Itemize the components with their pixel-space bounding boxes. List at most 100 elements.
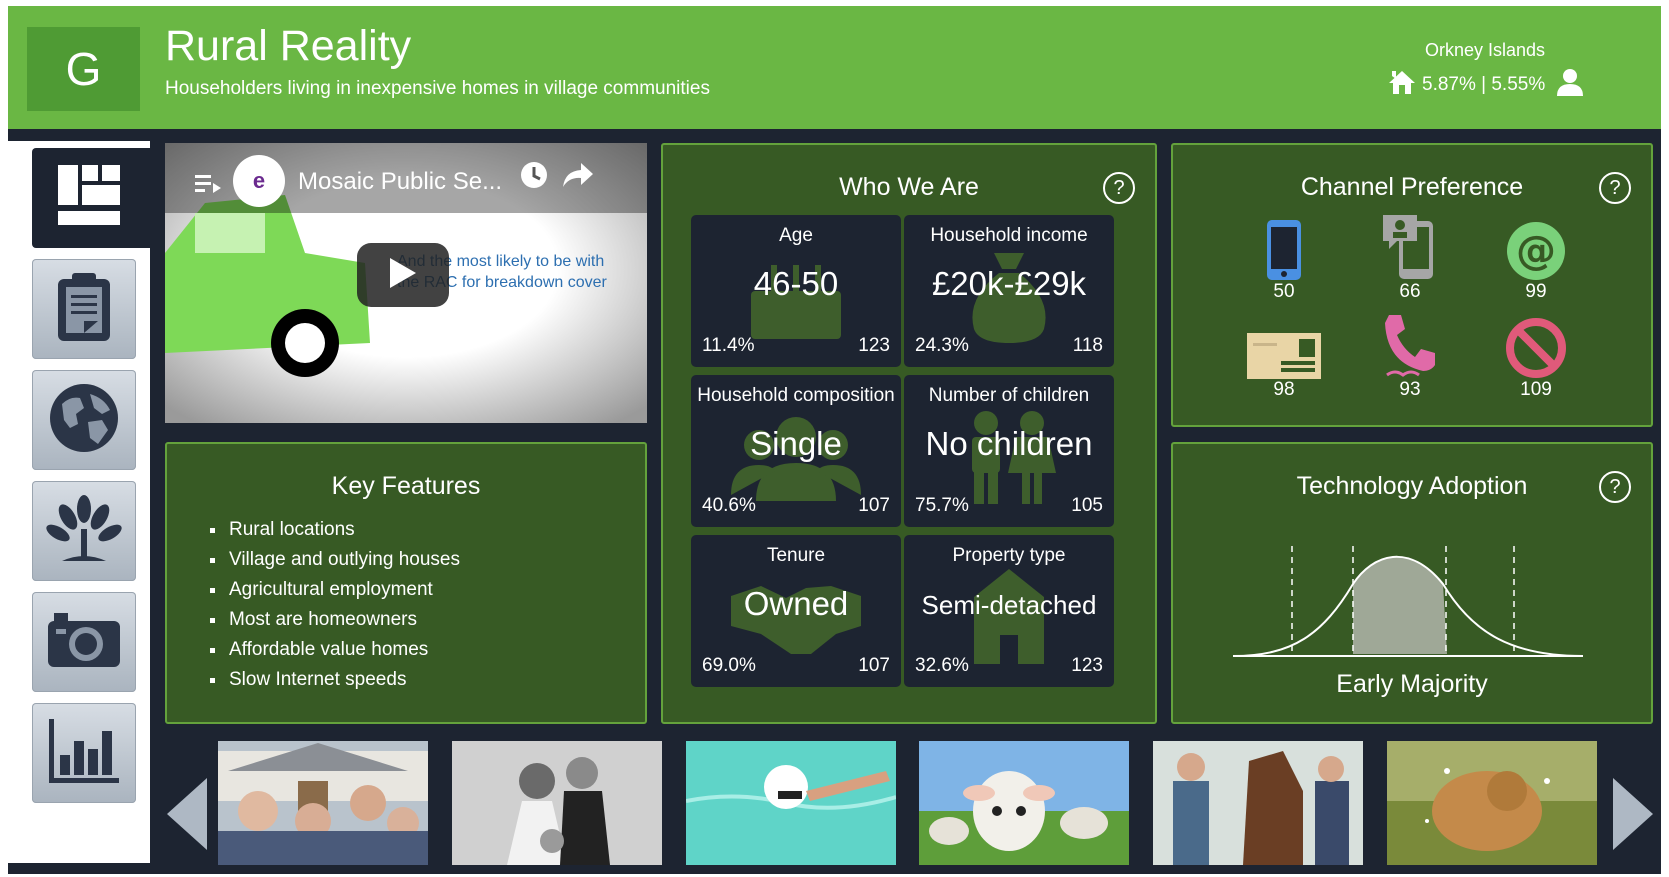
channel-logo-icon[interactable]: e xyxy=(233,155,285,207)
list-item: Affordable value homes xyxy=(207,639,460,661)
nav-tree[interactable] xyxy=(32,481,136,581)
telephone-icon xyxy=(1370,313,1450,379)
household-income-tile[interactable]: Household income £20k-£29k 24.3% 118 xyxy=(904,215,1114,367)
tile-index: 118 xyxy=(1072,335,1103,356)
globe-icon xyxy=(48,382,120,459)
channel-value: 109 xyxy=(1520,379,1552,400)
channel-preference-help-icon[interactable]: ? xyxy=(1599,172,1631,204)
channel-value: 66 xyxy=(1399,281,1421,302)
key-features-list: Rural locations Village and outlying hou… xyxy=(207,519,460,699)
nav-clipboard[interactable] xyxy=(32,259,136,359)
tile-value: Semi-detached xyxy=(921,590,1097,620)
clipboard-icon xyxy=(54,271,114,348)
list-item: Slow Internet speeds xyxy=(207,669,460,691)
house-icon xyxy=(1388,69,1416,101)
dashboard-icon xyxy=(58,164,124,232)
photo-wedding-couple[interactable] xyxy=(452,741,662,865)
nav-camera[interactable] xyxy=(32,592,136,692)
tile-value: 46-50 xyxy=(753,265,839,302)
tile-label: Number of children xyxy=(928,385,1090,406)
photo-horse[interactable] xyxy=(1153,741,1363,865)
adoption-category: Early Majority xyxy=(1336,670,1488,698)
email-at-icon: @ xyxy=(1496,215,1576,281)
tile-label: Household composition xyxy=(697,385,895,406)
playlist-icon[interactable] xyxy=(195,173,221,198)
photo-elderly-group[interactable] xyxy=(218,741,428,865)
photo-swimmer[interactable] xyxy=(686,741,896,865)
mail-envelope-icon xyxy=(1244,313,1324,379)
tile-percent: 24.3% xyxy=(915,335,969,356)
play-icon xyxy=(390,257,416,293)
video-player[interactable]: e Mosaic Public Se... And the most likel… xyxy=(165,143,647,428)
tile-percent: 11.4% xyxy=(702,335,755,356)
tile-value: Owned xyxy=(743,585,849,622)
carousel-prev-button[interactable] xyxy=(167,778,207,855)
tile-index: 107 xyxy=(858,655,890,676)
tile-label: Age xyxy=(779,225,813,246)
adoption-curve xyxy=(1233,546,1584,657)
channel-no-contact: 109 xyxy=(1496,313,1576,401)
tile-percent: 75.7% xyxy=(915,495,969,516)
tile-label: Household income xyxy=(930,225,1088,246)
play-button[interactable] xyxy=(357,243,449,307)
who-we-are-panel: Who We Are ? Age 46-50 11.4% 123 Househo… xyxy=(661,143,1157,724)
household-stats-text: 5.87% | 5.55% xyxy=(1422,74,1546,95)
property-type-tile[interactable]: Property type Semi-detached 32.6% 123 xyxy=(904,535,1114,687)
tile-index: 107 xyxy=(858,495,890,516)
tenure-tile[interactable]: Tenure Owned 69.0% 107 xyxy=(691,535,901,687)
channel-smartphone-message: 66 xyxy=(1370,215,1450,303)
smartphone-message-icon xyxy=(1370,215,1450,281)
photo-lambs[interactable] xyxy=(919,741,1129,865)
tile-index: 123 xyxy=(1071,655,1103,676)
technology-adoption-panel: Technology Adoption ? Early Majority xyxy=(1171,442,1653,724)
segment-title: Rural Reality xyxy=(165,22,412,70)
photo-dog[interactable] xyxy=(1387,741,1597,865)
person-icon xyxy=(1557,68,1584,102)
channel-direct-mail: 98 xyxy=(1244,313,1324,401)
who-we-are-help-icon[interactable]: ? xyxy=(1103,172,1135,204)
nav-globe[interactable] xyxy=(32,370,136,470)
technology-adoption-title: Technology Adoption xyxy=(1296,472,1528,500)
nav-bar-chart[interactable] xyxy=(32,703,136,803)
technology-adoption-help-icon[interactable]: ? xyxy=(1599,471,1631,503)
svg-text:@: @ xyxy=(1516,228,1556,274)
tile-label: Tenure xyxy=(766,545,826,566)
no-contact-icon xyxy=(1496,313,1576,379)
age-tile[interactable]: Age 46-50 11.4% 123 xyxy=(691,215,901,367)
channel-value: 93 xyxy=(1399,379,1421,400)
group-badge: G xyxy=(27,27,140,111)
channel-telephone: 93 xyxy=(1370,313,1450,401)
tile-percent: 69.0% xyxy=(702,655,756,676)
arrow-left-icon xyxy=(167,778,207,854)
channel-preference-title: Channel Preference xyxy=(1300,173,1524,201)
tile-index: 123 xyxy=(858,335,890,356)
household-composition-tile[interactable]: Household composition Single 40.6% 107 xyxy=(691,375,901,527)
list-item: Rural locations xyxy=(207,519,460,541)
carousel-next-button[interactable] xyxy=(1613,778,1653,855)
channel-mobile: 50 xyxy=(1244,215,1324,303)
tile-percent: 32.6% xyxy=(915,655,969,676)
share-icon[interactable] xyxy=(563,163,593,192)
channel-email: @ 99 xyxy=(1496,215,1576,303)
region-name: Orkney Islands xyxy=(1424,40,1546,60)
channel-value: 50 xyxy=(1273,281,1295,302)
list-item: Village and outlying houses xyxy=(207,549,460,571)
segment-subtitle: Householders living in inexpensive homes… xyxy=(165,78,710,99)
list-item: Most are homeowners xyxy=(207,609,460,631)
list-item: Agricultural employment xyxy=(207,579,460,601)
tile-percent: 40.6% xyxy=(702,495,756,516)
channel-value: 98 xyxy=(1273,379,1295,400)
tile-index: 105 xyxy=(1071,495,1103,516)
bar-chart-icon xyxy=(49,718,119,788)
tile-value: Single xyxy=(750,425,842,462)
tree-icon xyxy=(44,493,124,570)
key-features-panel: Key Features Rural locations Village and… xyxy=(165,442,647,724)
camera-icon xyxy=(46,611,122,674)
number-of-children-tile[interactable]: Number of children No children 75.7% 105 xyxy=(904,375,1114,527)
video-title[interactable]: Mosaic Public Se... xyxy=(298,168,502,196)
tile-value: £20k-£29k xyxy=(931,265,1087,302)
watch-later-icon[interactable] xyxy=(520,161,548,194)
region-stats: 5.87% | 5.55% xyxy=(1388,68,1584,102)
channel-value: 99 xyxy=(1525,281,1547,302)
nav-dashboard[interactable] xyxy=(32,148,150,248)
